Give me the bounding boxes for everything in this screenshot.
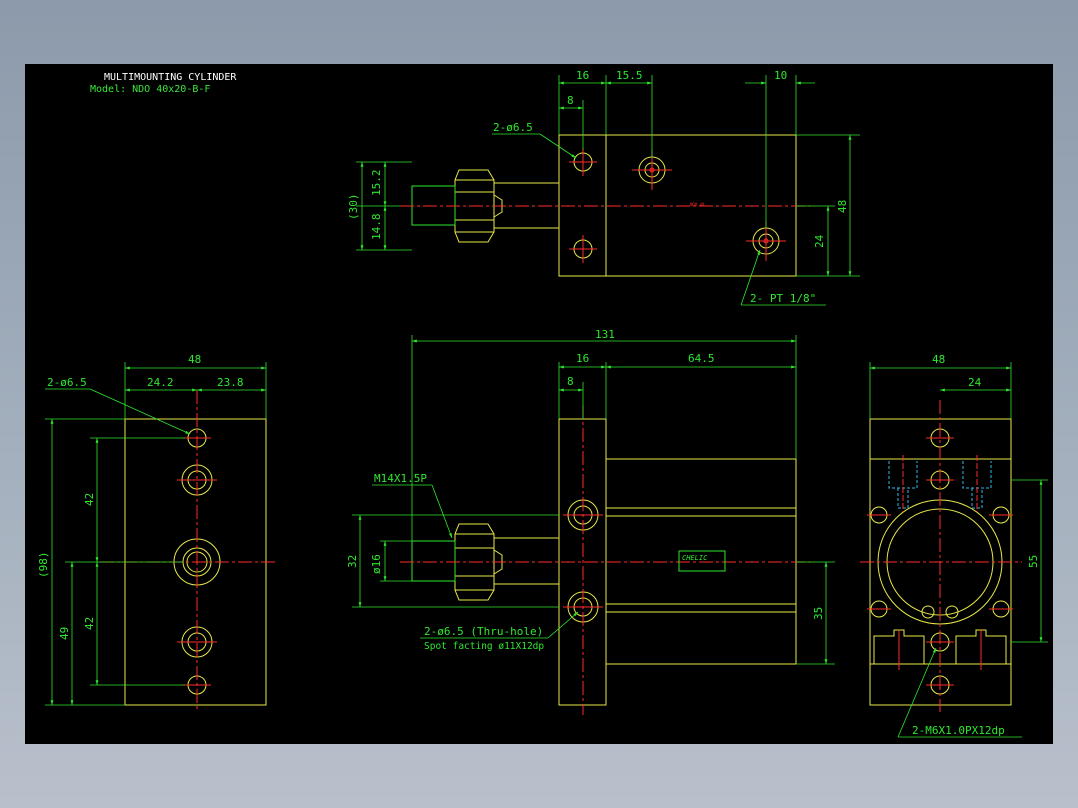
model-label: Model: NDO 40x20-B-F: [90, 84, 210, 95]
right-callout-thread: 2-M6X1.0PX12dp: [912, 724, 1005, 737]
top-dim-8: 8: [567, 94, 574, 107]
front-dim-16: 16: [576, 352, 589, 365]
left-callout-holes: 2-ø6.5: [47, 376, 87, 389]
top-view: NDO 40 16 15.5 10 8 2-ø6.5 2- PT 1/8" 15…: [347, 69, 860, 306]
front-thread: [411, 540, 456, 582]
top-callout-port: 2- PT 1/8": [750, 292, 816, 305]
left-dim-24-2: 24.2: [147, 376, 174, 389]
right-view: 48 24 55 2-M6X1.0PX12dp: [860, 353, 1048, 738]
front-dim-16-dia: ø16: [370, 554, 383, 574]
front-callout-spot: Spot facting ø11X12dp: [424, 641, 544, 652]
front-dim-64-5: 64.5: [688, 352, 715, 365]
top-dim-10: 10: [774, 69, 787, 82]
top-dim-14-8: 14.8: [370, 214, 383, 241]
front-callout-holes: 2-ø6.5 (Thru-hole): [424, 625, 543, 638]
right-dim-48: 48: [932, 353, 945, 366]
cad-drawing: MULTIMOUNTING CYLINDER Model: NDO 40x20-…: [37, 69, 1048, 738]
top-callout-holes: 2-ø6.5: [493, 121, 533, 134]
left-dim-42b: 42: [83, 617, 96, 630]
top-dim-30: (30): [347, 194, 360, 221]
top-dim-15-5: 15.5: [616, 69, 643, 82]
front-view: CHELIC 131 16 64.5 8 M14X1.5P 2-ø6.5 (Th…: [346, 328, 835, 715]
left-dim-23-8: 23.8: [217, 376, 244, 389]
right-dim-24: 24: [968, 376, 982, 389]
right-dim-55: 55: [1027, 555, 1040, 568]
front-nameplate-label: CHELIC: [682, 554, 708, 562]
left-dim-48: 48: [188, 353, 201, 366]
left-view: 48 24.2 23.8 2-ø6.5 42 42 49 (98): [37, 353, 278, 712]
left-dim-49: 49: [58, 627, 71, 640]
front-dim-131: 131: [595, 328, 615, 341]
front-rod: [493, 537, 560, 585]
top-dim-48: 48: [836, 200, 849, 213]
top-dim-15-2: 15.2: [370, 170, 383, 197]
front-callout-thread: M14X1.5P: [374, 472, 427, 485]
left-dim-42a: 42: [83, 493, 96, 506]
top-plate-label: NDO 40: [690, 202, 705, 207]
top-dim-24: 24: [813, 234, 826, 248]
left-dim-98: (98): [37, 552, 50, 579]
top-dim-16: 16: [576, 69, 589, 82]
front-dim-35: 35: [812, 607, 825, 620]
drawing-title: MULTIMOUNTING CYLINDER: [104, 72, 237, 83]
front-dim-8: 8: [567, 375, 574, 388]
front-dim-32: 32: [346, 555, 359, 568]
